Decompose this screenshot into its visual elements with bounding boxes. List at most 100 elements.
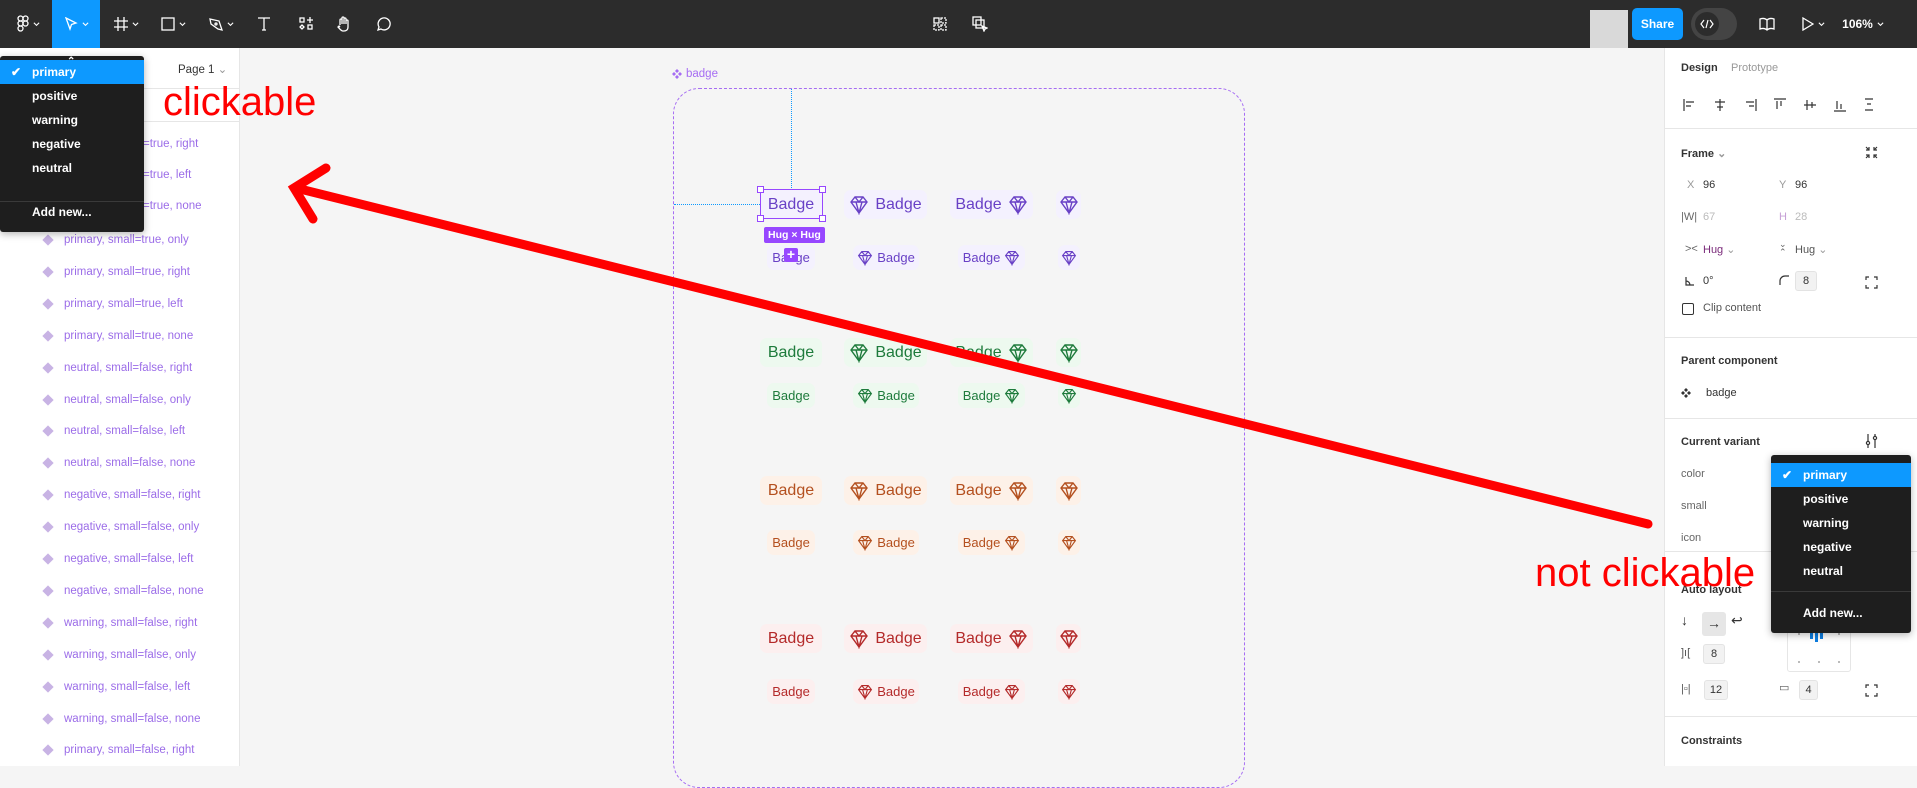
x-input[interactable]: 96 (1703, 179, 1715, 191)
variant-settings-icon[interactable] (1865, 434, 1878, 448)
badge-primary[interactable]: Badge (844, 190, 927, 219)
avatar[interactable] (1590, 10, 1628, 48)
layer-item[interactable]: negative, small=false, none (0, 576, 239, 606)
dropdown-option-primary[interactable]: ✔ primary (0, 60, 144, 84)
layout-grid-button[interactable] (928, 0, 952, 48)
layer-item[interactable]: neutral, small=false, left (0, 416, 239, 446)
zoom-menu[interactable]: 106% (1838, 0, 1888, 48)
badge-positive[interactable]: Badge (844, 338, 927, 367)
frame-section-title[interactable]: Frame ⌄ (1681, 147, 1726, 160)
corner-radius-input[interactable]: 8 (1795, 271, 1817, 291)
badge-positive[interactable]: Badge (950, 338, 1033, 367)
layer-item[interactable]: warning, small=false, only (0, 640, 239, 670)
layer-item[interactable]: warning, small=false, right (0, 608, 239, 638)
layer-item[interactable]: negative, small=false, right (0, 480, 239, 510)
dropdown-add-new[interactable]: Add new... (1771, 601, 1911, 625)
layer-item[interactable]: primary, small=true, right (0, 257, 239, 287)
layer-item[interactable]: warning, small=false, left (0, 672, 239, 702)
selection-box[interactable] (757, 186, 826, 222)
layer-item[interactable]: primary, small=false, right (0, 735, 239, 765)
align-v-center-icon[interactable] (1803, 98, 1817, 112)
badge-positive[interactable] (1056, 338, 1081, 367)
h-input[interactable]: 28 (1795, 211, 1807, 223)
badge-warning[interactable]: Badge (760, 476, 822, 505)
dropdown-option-primary[interactable]: ✔ primary (1771, 463, 1911, 487)
height-mode-select[interactable]: Hug ⌄ (1795, 243, 1827, 256)
resize-handle[interactable] (757, 186, 764, 193)
layer-item[interactable]: neutral, small=false, only (0, 385, 239, 415)
badge-negative[interactable]: Badge (767, 679, 815, 704)
text-tool-button[interactable] (250, 0, 278, 48)
dropdown-option-negative[interactable]: negative (0, 132, 144, 156)
library-button[interactable] (1755, 0, 1779, 48)
y-input[interactable]: 96 (1795, 179, 1807, 191)
horizontal-padding-input[interactable]: 12 (1704, 680, 1728, 700)
color-variant-dropdown[interactable]: ⌃ ✔primarypositivewarningnegativeneutral… (0, 56, 144, 232)
badge-warning[interactable]: Badge (958, 530, 1025, 555)
badge-primary[interactable]: Badge (853, 245, 919, 270)
direction-vertical-button[interactable]: ↓ (1681, 612, 1688, 628)
resources-button[interactable] (292, 0, 320, 48)
dropdown-option-neutral[interactable]: neutral (0, 156, 144, 180)
align-right-icon[interactable] (1743, 98, 1757, 112)
individual-padding-icon[interactable] (1865, 684, 1878, 697)
gap-input[interactable]: 8 (1703, 644, 1725, 664)
main-menu-button[interactable] (10, 0, 46, 48)
badge-positive[interactable] (1058, 383, 1080, 408)
badge-warning[interactable]: Badge (844, 476, 927, 505)
dev-mode-toggle[interactable] (1691, 8, 1737, 40)
badge-warning[interactable] (1058, 530, 1080, 555)
page-selector[interactable]: Page 1 ⌄ (178, 62, 227, 76)
direction-horizontal-button[interactable]: → (1702, 612, 1726, 636)
frame-tool-button[interactable] (106, 0, 146, 48)
badge-positive[interactable]: Badge (767, 383, 815, 408)
frame-label[interactable]: badge (672, 68, 718, 80)
resize-handle[interactable] (819, 186, 826, 193)
collapse-icon[interactable] (1865, 146, 1878, 159)
badge-negative[interactable] (1058, 679, 1080, 704)
dropdown-option-positive[interactable]: positive (1771, 487, 1911, 511)
w-input[interactable]: 67 (1703, 211, 1715, 223)
badge-primary[interactable] (1056, 190, 1081, 219)
layer-item[interactable]: primary, small=true, none (0, 321, 239, 351)
badge-positive[interactable]: Badge (958, 383, 1025, 408)
badge-negative[interactable]: Badge (853, 679, 919, 704)
align-top-icon[interactable] (1773, 98, 1787, 112)
align-h-center-icon[interactable] (1713, 98, 1727, 112)
layer-item[interactable]: neutral, small=false, right (0, 353, 239, 383)
share-button[interactable]: Share (1632, 8, 1683, 40)
layer-item[interactable]: primary, small=true, left (0, 289, 239, 319)
badge-warning[interactable]: Badge (950, 476, 1033, 505)
badge-warning[interactable]: Badge (853, 530, 919, 555)
badge-primary[interactable]: Badge (950, 190, 1033, 219)
layer-item[interactable]: negative, small=false, only (0, 512, 239, 542)
pen-tool-button[interactable] (200, 0, 242, 48)
clip-content-checkbox[interactable] (1682, 303, 1694, 315)
rotation-input[interactable]: 0° (1703, 275, 1714, 287)
parent-component-link[interactable]: badge (1706, 387, 1737, 399)
layer-item[interactable]: negative, small=false, left (0, 544, 239, 574)
dropdown-option-positive[interactable]: positive (0, 84, 144, 108)
distribute-icon[interactable] (1863, 98, 1877, 112)
hand-tool-button[interactable] (330, 0, 358, 48)
badge-positive[interactable]: Badge (760, 338, 822, 367)
independent-corners-icon[interactable] (1865, 276, 1878, 289)
layer-item[interactable]: warning, small=false, none (0, 704, 239, 734)
select-matching-button[interactable] (968, 0, 992, 48)
badge-positive[interactable]: Badge (853, 383, 919, 408)
align-bottom-icon[interactable] (1833, 98, 1847, 112)
wrap-button[interactable]: ↩ (1731, 612, 1743, 629)
dropdown-option-warning[interactable]: warning (1771, 511, 1911, 535)
badge-primary[interactable] (1058, 245, 1080, 270)
badge-negative[interactable]: Badge (760, 624, 822, 653)
variant-color-dropdown[interactable]: ✔ primary positive warning negative neutral Ad… (1771, 455, 1911, 633)
resize-handle[interactable] (757, 215, 764, 222)
width-mode-select[interactable]: Hug ⌄ (1703, 243, 1735, 256)
badge-negative[interactable]: Badge (958, 679, 1025, 704)
badge-warning[interactable]: Badge (767, 530, 815, 555)
vertical-padding-input[interactable]: 4 (1799, 680, 1818, 700)
badge-warning[interactable] (1056, 476, 1081, 505)
tab-design[interactable]: Design (1681, 62, 1718, 74)
resize-handle[interactable] (819, 215, 826, 222)
move-tool-button[interactable] (52, 0, 100, 48)
